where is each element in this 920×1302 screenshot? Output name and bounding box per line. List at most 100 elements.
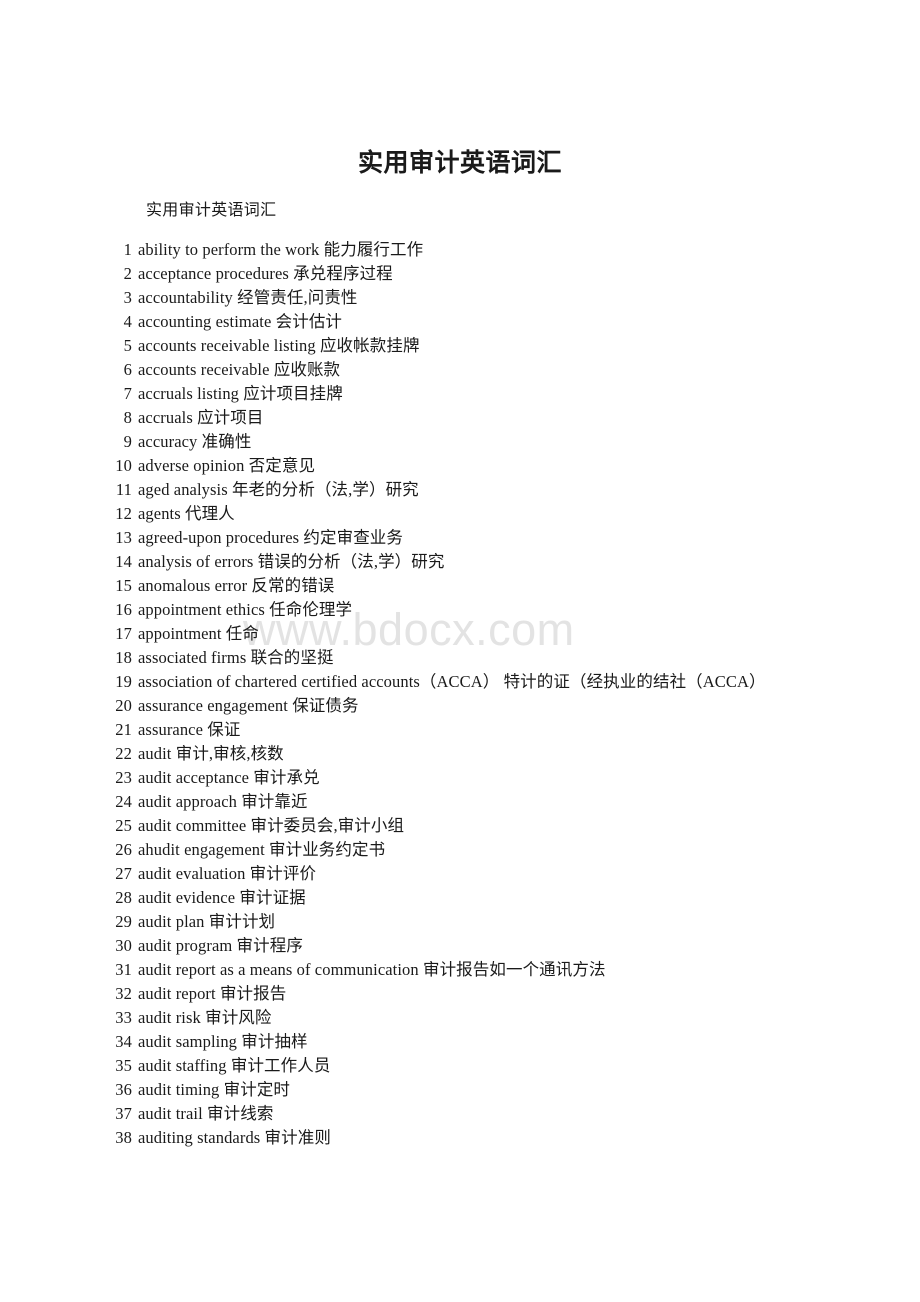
entry-number: 25 <box>115 816 132 835</box>
entry-number: 30 <box>115 936 132 955</box>
entry-text: audit report 审计报告 <box>138 984 287 1003</box>
entry-text: ahudit engagement 审计业务约定书 <box>138 840 386 859</box>
glossary-entry: 14 analysis of errors 错误的分析（法,学）研究 <box>0 550 920 574</box>
entry-number: 5 <box>123 336 132 355</box>
entry-number: 15 <box>115 576 132 595</box>
entry-number: 33 <box>115 1008 132 1027</box>
entry-number: 8 <box>123 408 132 427</box>
entry-number: 3 <box>123 288 132 307</box>
entry-text: aged analysis 年老的分析（法,学）研究 <box>138 480 419 499</box>
glossary-entry: 38 auditing standards 审计准则 <box>0 1126 920 1150</box>
entry-number: 31 <box>115 960 132 979</box>
entry-text: audit risk 审计风险 <box>138 1008 272 1027</box>
glossary-entry: 29 audit plan 审计计划 <box>0 910 920 934</box>
glossary-entry: 12 agents 代理人 <box>0 502 920 526</box>
entry-text: anomalous error 反常的错误 <box>138 576 335 595</box>
entry-text: accounts receivable listing 应收帐款挂牌 <box>138 336 420 355</box>
entry-number: 9 <box>123 432 132 451</box>
entry-text: auditing standards 审计准则 <box>138 1128 331 1147</box>
glossary-entry: 2 acceptance procedures 承兑程序过程 <box>0 262 920 286</box>
glossary-entry: 22 audit 审计,审核,核数 <box>0 742 920 766</box>
entry-number: 38 <box>115 1128 132 1147</box>
entry-text: audit trail 审计线索 <box>138 1104 274 1123</box>
glossary-entry: 30 audit program 审计程序 <box>0 934 920 958</box>
entry-number: 1 <box>123 240 132 259</box>
entry-text: analysis of errors 错误的分析（法,学）研究 <box>138 552 445 571</box>
entry-text: agents 代理人 <box>138 504 235 523</box>
entry-text: associated firms 联合的坚挺 <box>138 648 334 667</box>
glossary-entry: 1 ability to perform the work 能力履行工作 <box>0 238 920 262</box>
glossary-entry: 20 assurance engagement 保证债务 <box>0 694 920 718</box>
entry-number: 37 <box>115 1104 132 1123</box>
entry-number: 22 <box>115 744 132 763</box>
glossary-entry: 16 appointment ethics 任命伦理学 <box>0 598 920 622</box>
entry-number: 21 <box>115 720 132 739</box>
entry-text: adverse opinion 否定意见 <box>138 456 316 475</box>
entry-text: association of chartered certified accou… <box>138 672 766 691</box>
entry-number: 32 <box>115 984 132 1003</box>
entry-text: audit timing 审计定时 <box>138 1080 291 1099</box>
glossary-entry: 23 audit acceptance 审计承兑 <box>0 766 920 790</box>
entry-number: 20 <box>115 696 132 715</box>
glossary-entry: 32 audit report 审计报告 <box>0 982 920 1006</box>
glossary-entry: 37 audit trail 审计线索 <box>0 1102 920 1126</box>
entry-number: 11 <box>115 480 132 499</box>
entry-number: 18 <box>115 648 132 667</box>
entry-number: 4 <box>123 312 132 331</box>
glossary-entry: 13 agreed-upon procedures 约定审查业务 <box>0 526 920 550</box>
entry-number: 2 <box>123 264 132 283</box>
glossary-entry: 34 audit sampling 审计抽样 <box>0 1030 920 1054</box>
entry-number: 13 <box>115 528 132 547</box>
entry-text: audit report as a means of communication… <box>138 960 606 979</box>
entry-number: 23 <box>115 768 132 787</box>
glossary-entry: 25 audit committee 审计委员会,审计小组 <box>0 814 920 838</box>
entry-number: 26 <box>115 840 132 859</box>
entry-number: 19 <box>115 672 132 691</box>
glossary-entry: 17 appointment 任命 <box>0 622 920 646</box>
glossary-entry: 36 audit timing 审计定时 <box>0 1078 920 1102</box>
glossary-entry: 11 aged analysis 年老的分析（法,学）研究 <box>0 478 920 502</box>
entry-text: appointment ethics 任命伦理学 <box>138 600 353 619</box>
entry-text: audit evaluation 审计评价 <box>138 864 317 883</box>
entry-number: 29 <box>115 912 132 931</box>
entry-text: accruals 应计项目 <box>138 408 264 427</box>
entry-text: accruals listing 应计项目挂牌 <box>138 384 343 403</box>
intro-heading: 实用审计英语词汇 <box>146 202 277 219</box>
entry-text: audit staffing 审计工作人员 <box>138 1056 331 1075</box>
entry-number: 14 <box>115 552 132 571</box>
glossary-entry: 4 accounting estimate 会计估计 <box>0 310 920 334</box>
glossary-entry: 33 audit risk 审计风险 <box>0 1006 920 1030</box>
glossary-entry: 19 association of chartered certified acc… <box>0 670 920 694</box>
entry-number: 16 <box>115 600 132 619</box>
entry-text: audit committee 审计委员会,审计小组 <box>138 816 405 835</box>
entry-number: 17 <box>115 624 132 643</box>
entry-number: 10 <box>115 456 132 475</box>
glossary-entry: 5 accounts receivable listing 应收帐款挂牌 <box>0 334 920 358</box>
entry-text: audit evidence 审计证据 <box>138 888 306 907</box>
entry-text: accuracy 准确性 <box>138 432 252 451</box>
entry-number: 24 <box>115 792 132 811</box>
entry-number: 34 <box>115 1032 132 1051</box>
entry-text: assurance 保证 <box>138 720 241 739</box>
entry-text: audit plan 审计计划 <box>138 912 276 931</box>
glossary-entry: 26 ahudit engagement 审计业务约定书 <box>0 838 920 862</box>
entry-text: accounting estimate 会计估计 <box>138 312 343 331</box>
glossary-entry: 9 accuracy 准确性 <box>0 430 920 454</box>
entry-text: accountability 经管责任,问责性 <box>138 288 358 307</box>
entry-text: accounts receivable 应收账款 <box>138 360 341 379</box>
glossary-entry: 3 accountability 经管责任,问责性 <box>0 286 920 310</box>
glossary-entry: 27 audit evaluation 审计评价 <box>0 862 920 886</box>
glossary-entry: 7 accruals listing 应计项目挂牌 <box>0 382 920 406</box>
entry-text: agreed-upon procedures 约定审查业务 <box>138 528 403 547</box>
entry-text: assurance engagement 保证债务 <box>138 696 359 715</box>
entry-text: acceptance procedures 承兑程序过程 <box>138 264 393 283</box>
glossary-entry: 28 audit evidence 审计证据 <box>0 886 920 910</box>
glossary-entry: 10 adverse opinion 否定意见 <box>0 454 920 478</box>
document-page: www.bdocx.com 实用审计英语词汇 实用审计英语词汇 1 ability… <box>0 0 920 1302</box>
entry-number: 28 <box>115 888 132 907</box>
entry-text: appointment 任命 <box>138 624 260 643</box>
page-title: 实用审计英语词汇 <box>357 150 562 177</box>
entry-text: audit 审计,审核,核数 <box>138 744 284 763</box>
entry-text: audit sampling 审计抽样 <box>138 1032 308 1051</box>
entry-number: 27 <box>115 864 132 883</box>
